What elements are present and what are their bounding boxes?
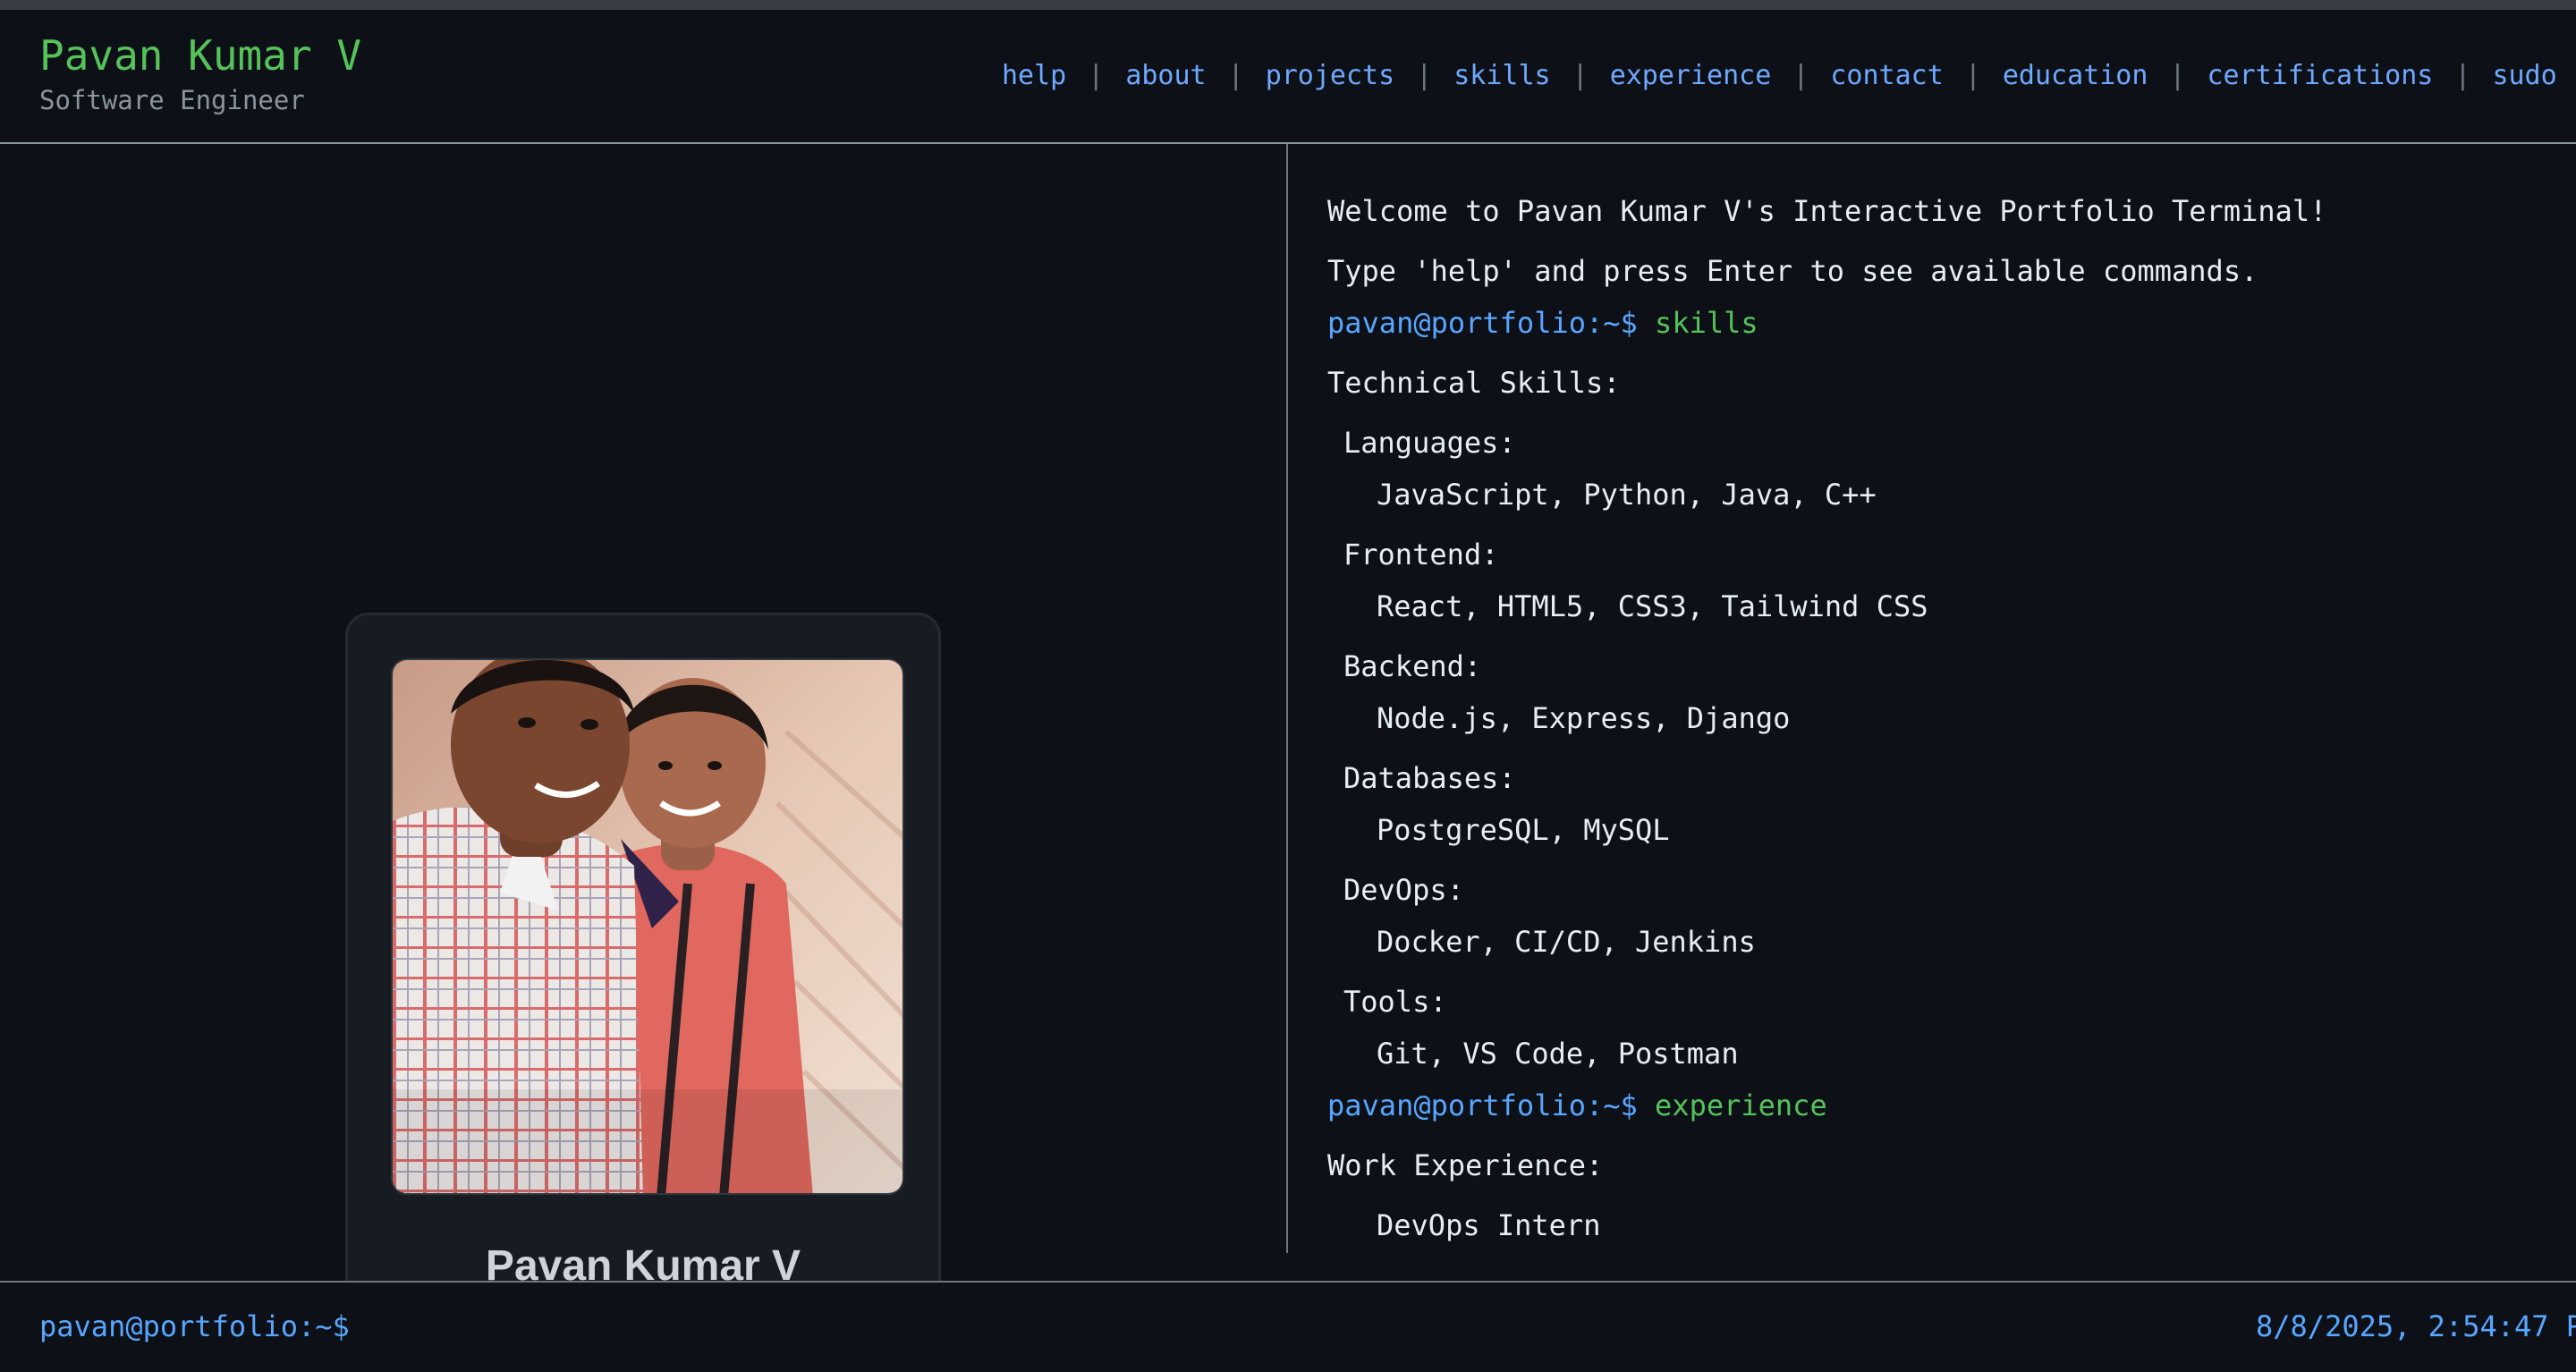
experience-role: DevOps Intern bbox=[1377, 1208, 1601, 1242]
terminal-input-bar: pavan@portfolio:~$ 8/8/2025, 2:54:47 PM bbox=[0, 1281, 2576, 1372]
experience-heading: Work Experience: bbox=[1327, 1148, 1604, 1182]
skill-items: Docker, CI/CD, Jenkins bbox=[1377, 925, 1756, 959]
skill-items: Node.js, Express, Django bbox=[1377, 701, 1791, 735]
site-title: Pavan Kumar V bbox=[39, 31, 362, 80]
terminal-prompt: pavan@portfolio:~$ bbox=[1327, 1088, 1638, 1122]
welcome-message: Welcome to Pavan Kumar V's Interactive P… bbox=[1327, 194, 2327, 228]
skill-category: Languages: bbox=[1343, 426, 1516, 460]
nav-experience[interactable]: experience bbox=[1610, 60, 1772, 91]
terminal-prompt: pavan@portfolio:~$ bbox=[1327, 306, 1638, 340]
profile-pane: Pavan Kumar V Software Engineer bbox=[0, 144, 1286, 1372]
window-top-strip bbox=[0, 0, 2576, 10]
nav-certifications[interactable]: certifications bbox=[2207, 60, 2434, 91]
nav-separator: | bbox=[1792, 60, 1809, 91]
nav-education[interactable]: education bbox=[2003, 60, 2148, 91]
skill-items: PostgreSQL, MySQL bbox=[1377, 813, 1670, 847]
profile-card: Pavan Kumar V Software Engineer bbox=[345, 613, 941, 1372]
nav-separator: | bbox=[2169, 60, 2186, 91]
command-input[interactable] bbox=[353, 1306, 1427, 1345]
terminal-output[interactable]: Welcome to Pavan Kumar V's Interactive P… bbox=[1327, 144, 2576, 1253]
clock: 8/8/2025, 2:54:47 PM bbox=[2256, 1309, 2576, 1343]
command-line: pavan@portfolio:~$ experience bbox=[1327, 1088, 1827, 1122]
skill-category: Backend: bbox=[1343, 649, 1482, 683]
nav-separator: | bbox=[1088, 60, 1105, 91]
nav-about[interactable]: about bbox=[1125, 60, 1206, 91]
skill-items: JavaScript, Python, Java, C++ bbox=[1377, 478, 1877, 512]
skill-items: React, HTML5, CSS3, Tailwind CSS bbox=[1377, 589, 1928, 623]
skills-heading: Technical Skills: bbox=[1327, 366, 1621, 400]
input-prompt: pavan@portfolio:~$ bbox=[39, 1309, 350, 1343]
nav-separator: | bbox=[1964, 60, 1981, 91]
skill-category: Databases: bbox=[1343, 761, 1516, 795]
skill-items: Git, VS Code, Postman bbox=[1377, 1037, 1739, 1071]
skill-category: DevOps: bbox=[1343, 873, 1464, 907]
command-text: experience bbox=[1655, 1088, 1827, 1122]
profile-photo bbox=[391, 658, 904, 1195]
command-text: skills bbox=[1655, 306, 1758, 340]
nav-help[interactable]: help bbox=[1002, 60, 1066, 91]
nav-separator: | bbox=[2454, 60, 2471, 91]
help-hint: Type 'help' and press Enter to see avail… bbox=[1327, 254, 2258, 288]
nav-contact[interactable]: contact bbox=[1830, 60, 1943, 91]
skill-category: Tools: bbox=[1343, 985, 1447, 1019]
command-line: pavan@portfolio:~$ skills bbox=[1327, 306, 1758, 340]
command-nav: help | about | projects | skills | exper… bbox=[1002, 60, 2576, 91]
nav-separator: | bbox=[1416, 60, 1433, 91]
skill-category: Frontend: bbox=[1343, 538, 1499, 572]
pane-divider bbox=[1286, 144, 1288, 1253]
nav-skills[interactable]: skills bbox=[1453, 60, 1550, 91]
site-header: Pavan Kumar V Software Engineer help | a… bbox=[0, 10, 2576, 144]
nav-projects[interactable]: projects bbox=[1266, 60, 1395, 91]
nav-separator: | bbox=[1227, 60, 1244, 91]
nav-separator: | bbox=[1572, 60, 1589, 91]
site-subtitle: Software Engineer bbox=[39, 85, 305, 115]
nav-sudo[interactable]: sudo bbox=[2492, 60, 2556, 91]
